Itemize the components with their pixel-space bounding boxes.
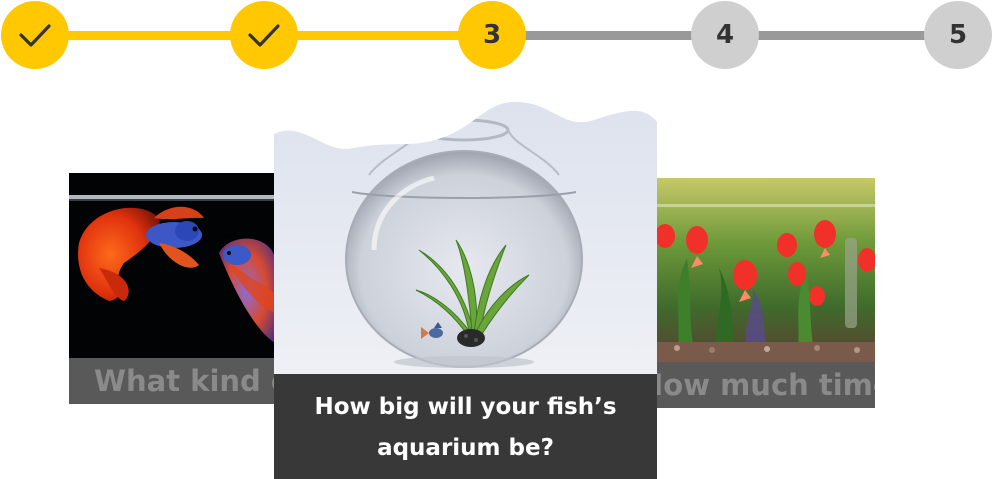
next-question-card[interactable]: How much time bbox=[657, 178, 875, 408]
current-question-card[interactable]: How big will your fish’s aquarium be? bbox=[274, 100, 657, 479]
step-3-current[interactable]: 3 bbox=[458, 1, 526, 69]
step-1-completed[interactable] bbox=[1, 1, 69, 69]
step-number: 4 bbox=[715, 20, 735, 50]
checkmark-icon bbox=[19, 24, 51, 47]
next-question-caption: How much time bbox=[657, 362, 875, 408]
progress-stepper: 3 4 5 bbox=[0, 0, 994, 75]
step-number: 3 bbox=[482, 20, 502, 50]
previous-question-card[interactable]: What kind of bbox=[69, 173, 275, 404]
step-2-completed[interactable] bbox=[230, 1, 298, 69]
step-5-upcoming[interactable]: 5 bbox=[924, 1, 992, 69]
question-text-line-2: aquarium be? bbox=[377, 435, 554, 461]
checkmark-icon bbox=[248, 24, 280, 47]
question-text-line-1: How big will your fish’s bbox=[314, 394, 617, 420]
aquarium-tank-photo bbox=[657, 178, 875, 362]
fishbowl-photo bbox=[274, 101, 657, 374]
previous-question-caption: What kind of bbox=[69, 358, 275, 404]
step-connector-4-5 bbox=[740, 31, 955, 40]
betta-fish-photo bbox=[69, 173, 275, 358]
step-number: 5 bbox=[948, 20, 968, 50]
step-4-upcoming[interactable]: 4 bbox=[691, 1, 759, 69]
questionnaire-carousel: 3 4 5 What kind ow much tim How big will… bbox=[0, 0, 994, 479]
current-question-caption: How big will your fish’s aquarium be? bbox=[274, 374, 657, 479]
